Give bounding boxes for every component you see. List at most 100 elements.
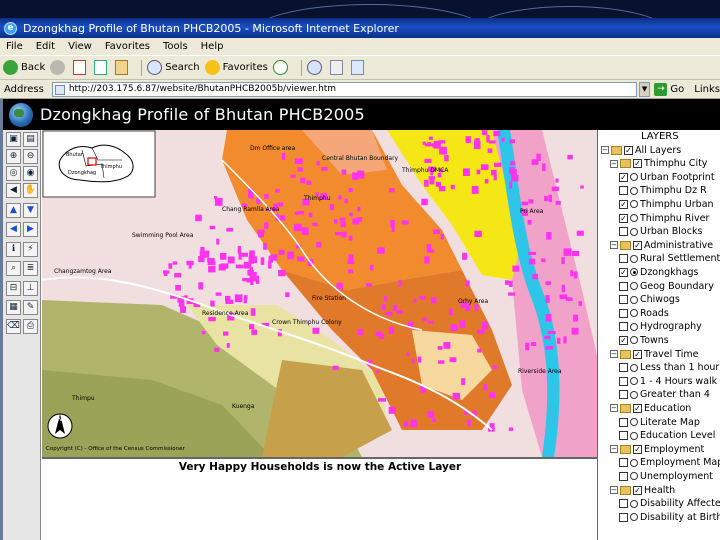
select-rectangle-button[interactable]: ▦ [6, 300, 21, 315]
layer-row[interactable]: Thimphu Dz R [619, 185, 707, 197]
zoom-full-button[interactable]: ◎ [6, 166, 21, 181]
layer-row[interactable]: ✓ Towns [619, 334, 669, 346]
find-button[interactable]: ⌕ [6, 261, 21, 276]
toggle-overview-button[interactable]: ▣ [6, 132, 21, 147]
measure-button[interactable]: ⊟ [6, 281, 21, 296]
search-button[interactable]: Search [147, 60, 200, 75]
zoom-back-button[interactable]: ◀ [6, 183, 21, 198]
active-layer-radio[interactable] [630, 377, 638, 386]
layer-row[interactable]: Education Level [619, 430, 715, 442]
active-layer-radio[interactable] [630, 268, 638, 277]
layer-row[interactable]: Roads [619, 307, 669, 319]
menu-help[interactable]: Help [201, 41, 224, 52]
active-layer-radio[interactable] [630, 227, 638, 236]
layer-row[interactable]: 1 - 4 Hours walk [619, 375, 717, 387]
active-layer-radio[interactable] [630, 458, 638, 467]
layer-visibility-checkbox[interactable]: ✓ [619, 267, 628, 277]
layer-group-row[interactable]: − ✓ Employment [610, 443, 704, 455]
edit-button[interactable] [350, 60, 367, 75]
layer-visibility-checkbox[interactable]: ✓ [619, 199, 628, 209]
menu-tools[interactable]: Tools [163, 41, 188, 52]
select-line-button[interactable]: ✎ [23, 300, 38, 315]
active-layer-radio[interactable] [630, 309, 638, 318]
layer-visibility-checkbox[interactable] [619, 458, 628, 468]
expand-toggle-icon[interactable]: − [601, 146, 609, 154]
address-dropdown-button[interactable]: ▼ [638, 81, 651, 97]
layer-row[interactable]: ✓ Thimphu Urban [619, 198, 714, 210]
expand-toggle-icon[interactable]: − [610, 241, 618, 250]
active-layer-radio[interactable] [630, 418, 638, 426]
layer-visibility-checkbox[interactable] [619, 376, 628, 386]
layer-visibility-checkbox[interactable] [619, 254, 628, 264]
forward-button[interactable] [50, 60, 68, 75]
expand-toggle-icon[interactable]: − [610, 445, 618, 454]
back-button[interactable]: Back [3, 60, 45, 75]
layer-row[interactable]: ✓ Thimphu River [619, 212, 709, 224]
layer-row[interactable]: Unemployment [619, 470, 713, 482]
expand-toggle-icon[interactable]: − [610, 159, 618, 168]
layer-row[interactable]: ✓ Dzongkhags [619, 266, 699, 278]
go-button[interactable]: → Go [654, 82, 684, 96]
layer-group-row[interactable]: − ✓ Administrative [610, 239, 713, 251]
layer-group-row[interactable]: − ✓ Education [610, 402, 691, 414]
print-map-button[interactable]: ⎙ [23, 319, 38, 334]
active-layer-radio[interactable] [630, 322, 638, 331]
layer-group-checkbox[interactable]: ✓ [633, 240, 642, 250]
layer-visibility-checkbox[interactable]: ✓ [619, 213, 628, 223]
layer-row[interactable]: Chiwogs [619, 294, 680, 306]
measure-scale-button[interactable]: ⊥ [23, 281, 38, 296]
address-input[interactable]: http://203.175.6.87/website/BhutanPHCB20… [51, 81, 637, 97]
layer-visibility-checkbox[interactable] [619, 322, 628, 332]
expand-toggle-icon[interactable]: − [610, 404, 618, 413]
layer-group-checkbox[interactable]: ✓ [633, 403, 642, 413]
mail-button[interactable] [306, 60, 325, 75]
menu-favorites[interactable]: Favorites [105, 41, 150, 52]
layer-visibility-checkbox[interactable] [619, 186, 628, 196]
layer-group-row[interactable]: − ✓ Travel Time [610, 348, 699, 360]
layer-row[interactable]: Greater than 4 [619, 389, 710, 401]
layer-visibility-checkbox[interactable] [619, 363, 628, 373]
layer-row[interactable]: ✓ Urban Footprint [619, 171, 715, 183]
active-layer-radio[interactable] [630, 200, 638, 209]
layer-row[interactable]: Employment Map [619, 457, 720, 469]
stop-button[interactable] [73, 60, 89, 75]
expand-toggle-icon[interactable]: − [610, 486, 618, 494]
pan-north-button[interactable]: ▲ [6, 203, 21, 218]
active-layer-radio[interactable] [630, 499, 638, 508]
active-layer-radio[interactable] [630, 295, 638, 304]
layer-visibility-checkbox[interactable] [619, 512, 628, 522]
layer-row[interactable]: Hydrography [619, 321, 702, 333]
layer-group-row[interactable]: − ✓ Health [610, 484, 675, 496]
layer-row[interactable]: Urban Blocks [619, 226, 702, 238]
layer-row[interactable]: Less than 1 hour [619, 362, 719, 374]
active-layer-radio[interactable] [630, 513, 638, 522]
layer-group-checkbox[interactable]: ✓ [633, 159, 642, 169]
active-layer-radio[interactable] [630, 186, 638, 195]
layer-visibility-checkbox[interactable] [619, 295, 628, 305]
layer-visibility-checkbox[interactable] [619, 417, 628, 427]
layer-visibility-checkbox[interactable] [619, 308, 628, 318]
clear-selection-button[interactable]: ⌫ [6, 319, 21, 334]
layer-visibility-checkbox[interactable] [619, 390, 628, 400]
layer-visibility-checkbox[interactable] [619, 471, 628, 481]
layer-row[interactable]: Disability at Birth [619, 511, 720, 523]
favorites-button[interactable]: Favorites [204, 60, 268, 75]
active-layer-radio[interactable] [630, 173, 638, 182]
home-button[interactable] [115, 60, 131, 75]
pan-east-button[interactable]: ▶ [23, 222, 38, 237]
layer-row[interactable]: Disability Affected [619, 498, 720, 510]
active-layer-radio[interactable] [630, 390, 638, 399]
zoom-active-button[interactable]: ◉ [23, 166, 38, 181]
refresh-button[interactable] [94, 60, 110, 75]
layer-visibility-checkbox[interactable]: ✓ [619, 335, 628, 345]
links-button[interactable]: Links [694, 84, 720, 95]
hyperlink-button[interactable]: ⚡ [23, 242, 38, 257]
menu-edit[interactable]: Edit [36, 41, 55, 52]
layer-group-checkbox[interactable]: ✓ [633, 444, 642, 454]
overview-map[interactable]: Bhutan Thimphu Dzongkhag [42, 130, 156, 198]
layer-row[interactable]: Rural Settlement [619, 253, 720, 265]
active-layer-radio[interactable] [630, 363, 638, 372]
layer-visibility-checkbox[interactable]: ✓ [619, 172, 628, 182]
layer-visibility-checkbox[interactable] [619, 281, 628, 291]
active-layer-radio[interactable] [630, 282, 638, 290]
